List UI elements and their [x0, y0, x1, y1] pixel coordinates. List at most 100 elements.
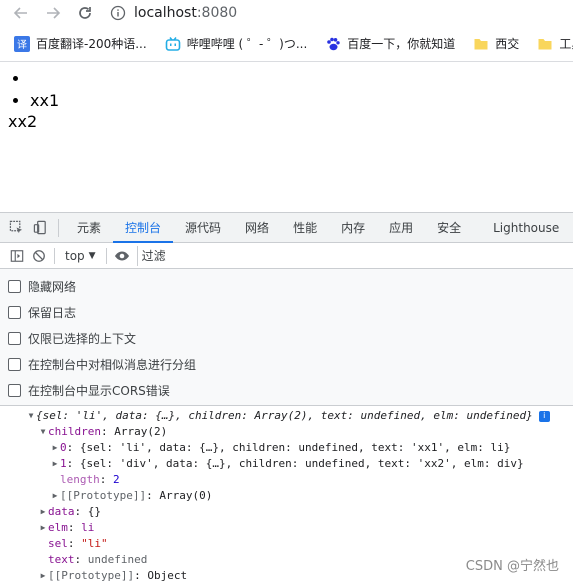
prop-value: Array(2)	[114, 425, 168, 438]
prop-key: length	[60, 473, 100, 486]
prop-key: [[Prototype]]	[60, 489, 147, 502]
setting-hide-network[interactable]: 隐藏网络	[8, 273, 573, 299]
prop-value: "li"	[81, 537, 108, 550]
devtools-tabbar: 元素 控制台 源代码 网络 性能 内存 应用 安全 Lighthouse	[0, 213, 573, 243]
list-item	[30, 68, 573, 90]
toolbar-divider	[105, 247, 107, 264]
collapse-triangle-icon[interactable]: ▼	[26, 408, 36, 424]
console-filter-input[interactable]: 过滤	[136, 245, 573, 266]
device-icon	[33, 220, 46, 235]
tree-row-data[interactable]: ▶ data: {}	[0, 504, 573, 520]
reload-icon	[79, 7, 91, 19]
tab-memory[interactable]: 内存	[329, 213, 377, 243]
info-icon[interactable]: i	[538, 410, 550, 422]
tree-row-sel: sel: "li"	[48, 537, 108, 550]
setting-label: 保留日志	[28, 305, 77, 320]
tab-performance[interactable]: 性能	[281, 213, 329, 243]
bookmark-folder-xijiao[interactable]: 西交	[473, 35, 519, 52]
folder-icon	[537, 36, 553, 52]
inspect-icon	[9, 220, 22, 234]
setting-label: 仅限已选择的上下文	[28, 331, 137, 346]
filter-placeholder: 过滤	[141, 249, 166, 263]
checkbox[interactable]	[8, 357, 21, 371]
inspect-element-button[interactable]	[4, 216, 28, 240]
collapse-triangle-icon[interactable]: ▼	[38, 424, 48, 440]
csdn-watermark: CSDN @宁然也	[465, 559, 559, 574]
checkbox[interactable]	[8, 383, 21, 397]
tab-application[interactable]: 应用	[377, 213, 425, 243]
expand-triangle-icon[interactable]: ▶	[38, 520, 48, 536]
tab-network[interactable]: 网络	[233, 213, 281, 243]
folder-icon	[473, 36, 489, 52]
setting-group-similar[interactable]: 在控制台中对相似消息进行分组	[8, 351, 573, 377]
tree-row-elm[interactable]: ▶ elm: li	[0, 520, 573, 536]
setting-preserve-log[interactable]: 保留日志	[8, 299, 573, 325]
prop-key: elm	[48, 521, 68, 534]
bookmark-label: 工具	[559, 37, 573, 51]
context-selector[interactable]: top ▼	[59, 249, 102, 263]
prop-key: 0	[60, 441, 67, 454]
expand-triangle-icon[interactable]: ▶	[38, 504, 48, 520]
bookmark-bilibili[interactable]: 哔哩哔哩 ( ゜- ゜)つ...	[165, 35, 308, 52]
show-sidebar-button[interactable]	[6, 245, 28, 267]
prop-key: children	[48, 425, 101, 438]
prop-value: {sel: 'li', data: {…}, children: undefin…	[79, 441, 511, 454]
tab-elements[interactable]: 元素	[65, 213, 113, 243]
back-button[interactable]	[10, 2, 32, 24]
tab-security[interactable]: 安全	[425, 213, 473, 243]
prop-value: {}	[87, 505, 101, 518]
prop-key: text	[48, 553, 75, 566]
expand-triangle-icon[interactable]: ▶	[50, 456, 60, 472]
tab-console[interactable]: 控制台	[113, 213, 174, 243]
page-content: xx1 xx2	[0, 62, 573, 212]
setting-label: 在控制台中显示CORS错误	[28, 383, 170, 398]
site-info-icon[interactable]	[110, 5, 126, 21]
bookmark-label: 西交	[495, 37, 520, 51]
list-item: xx1	[30, 90, 573, 112]
rendered-list: xx1	[8, 68, 573, 112]
forward-button[interactable]	[42, 2, 64, 24]
arrow-right-icon	[47, 7, 61, 19]
device-toolbar-button[interactable]	[28, 216, 52, 240]
tree-row-child-0[interactable]: ▶ 0: {sel: 'li', data: {…}, children: un…	[0, 440, 573, 456]
expand-triangle-icon[interactable]: ▶	[50, 440, 60, 456]
tree-row-child-1[interactable]: ▶ 1: {sel: 'div', data: {…}, children: u…	[0, 456, 573, 472]
prop-value: undefined	[87, 553, 148, 566]
devtools-panel: 元素 控制台 源代码 网络 性能 内存 应用 安全 Lighthouse top…	[0, 212, 573, 584]
bookmark-folder-tools[interactable]: 工具	[537, 35, 573, 52]
clear-console-button[interactable]	[28, 245, 50, 267]
toolbar-divider	[54, 247, 55, 264]
prop-key: data	[48, 505, 75, 518]
prop-value: Array(0)	[159, 489, 213, 502]
setting-selected-context-only[interactable]: 仅限已选择的上下文	[8, 325, 573, 351]
checkbox[interactable]	[8, 305, 21, 319]
reload-button[interactable]	[74, 2, 96, 24]
clear-icon	[33, 249, 45, 262]
tab-sources[interactable]: 源代码	[173, 213, 233, 243]
bookmark-baidu[interactable]: 百度一下，你就知道	[325, 35, 455, 52]
bookmarks-bar: 译 百度翻译-200种语... 哔哩哔哩 ( ゜- ゜)つ... 百度一下，你就…	[0, 26, 573, 62]
dropdown-arrow-icon: ▼	[88, 250, 96, 261]
checkbox[interactable]	[8, 331, 21, 345]
tab-lighthouse[interactable]: Lighthouse	[473, 213, 571, 243]
expand-triangle-icon[interactable]: ▶	[50, 488, 60, 504]
address-bar[interactable]: localhost:8080	[110, 1, 237, 25]
console-object-summary[interactable]: ▼ {sel: 'li', data: {…}, children: Array…	[0, 408, 573, 424]
setting-show-cors-errors[interactable]: 在控制台中显示CORS错误	[8, 377, 573, 403]
bookmark-label: 百度翻译-200种语...	[36, 37, 147, 51]
prop-value: li	[81, 521, 95, 534]
bookmark-label: 哔哩哔哩 ( ゜- ゜)つ...	[186, 37, 308, 51]
prop-key: 1	[60, 457, 67, 470]
setting-label: 隐藏网络	[28, 279, 77, 294]
console-toolbar: top ▼ 过滤	[0, 243, 573, 269]
checkbox[interactable]	[8, 279, 21, 293]
live-expression-button[interactable]	[111, 245, 133, 267]
tree-row-array-prototype[interactable]: ▶ [[Prototype]]: Array(0)	[0, 488, 573, 504]
bookmark-label: 百度一下，你就知道	[347, 37, 456, 51]
tree-row-children[interactable]: ▼ children: Array(2)	[0, 424, 573, 440]
bookmark-baidu-translate[interactable]: 译 百度翻译-200种语...	[14, 35, 147, 52]
sidebar-icon	[10, 249, 24, 262]
translate-icon: 译	[14, 35, 30, 52]
prop-value: {sel: 'div', data: {…}, children: undefi…	[79, 457, 524, 470]
expand-triangle-icon[interactable]: ▶	[38, 568, 48, 584]
